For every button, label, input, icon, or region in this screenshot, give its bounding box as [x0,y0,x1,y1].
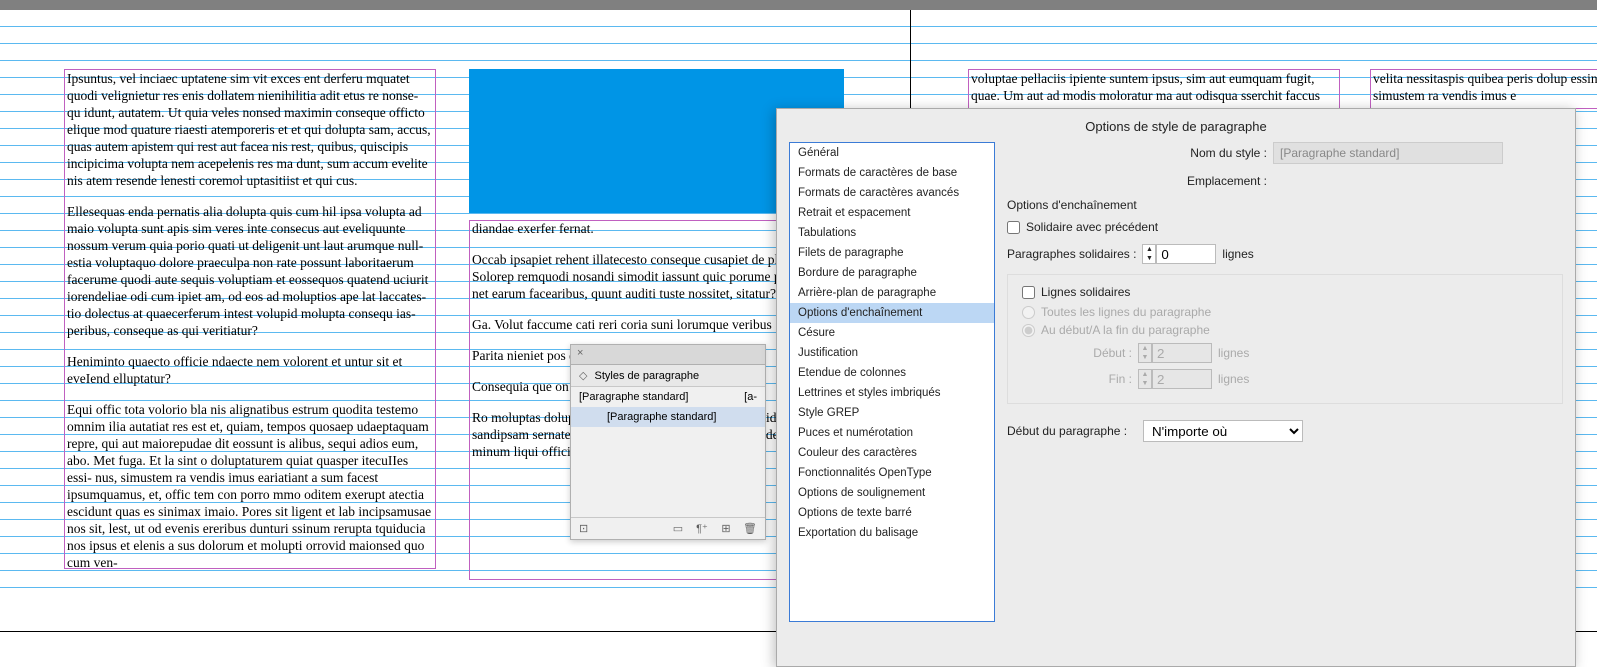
radio-all-lines [1022,306,1035,319]
category-item[interactable]: Bordure de paragraphe [790,263,994,283]
location-label: Emplacement : [1007,174,1267,188]
keep-lines-together-checkbox[interactable] [1022,286,1035,299]
baseline-guide [0,60,1597,61]
start-lines-stepper: ▲▼ [1138,343,1212,363]
panel-title: Styles de paragraphe [595,370,700,382]
section-heading: Options d'enchaînement [1007,198,1563,212]
radio-all-lines-label: Toutes les lignes du paragraphe [1041,305,1211,319]
dialog-title: Options de style de paragraphe [777,109,1575,142]
text-frame-p2-col2[interactable]: velita nessitaspis quibea peris dolup es… [1370,69,1597,109]
category-item[interactable]: Césure [790,323,994,343]
baseline-guide [0,43,1597,44]
stepper-arrows[interactable]: ▲▼ [1142,244,1156,264]
style-row-default[interactable]: [Paragraphe standard] [a- [571,387,765,407]
category-item[interactable]: Lettrines et styles imbriqués [790,383,994,403]
category-item[interactable]: Arrière-plan de paragraphe [790,283,994,303]
end-lines-stepper: ▲▼ [1138,369,1212,389]
panel-tabbar: × [571,345,765,365]
category-item[interactable]: Général [790,143,994,163]
body-text: voluptae pellaciis ipiente suntem ipsus,… [971,70,1337,104]
body-text: Equi offic tota volorio bla nis alignati… [67,401,433,569]
text-frame-col1[interactable]: Ipsuntus, vel inciaec uptatene sim vit e… [64,69,436,569]
style-name: [Paragraphe standard] [607,411,716,423]
keep-lines-together-label: Lignes solidaires [1041,285,1130,299]
category-item[interactable]: Fonctionnalités OpenType [790,463,994,483]
panel-footer: ⊡ ▭ ¶⁺ ⊞ 🗑 [571,517,765,539]
lines-unit: lignes [1222,247,1253,261]
keep-with-next-input[interactable] [1156,244,1216,264]
panel-title-row[interactable]: ◇ Styles de paragraphe [571,365,765,387]
lines-unit: lignes [1218,372,1249,386]
end-lines-input [1152,369,1212,389]
trash-icon[interactable]: 🗑 [743,522,757,535]
style-suffix: [a- [744,391,757,403]
new-style-icon[interactable]: ⊞ [719,522,733,535]
radio-start-end [1022,324,1035,337]
chevron-icon: ◇ [579,370,587,382]
keep-with-next-stepper[interactable]: ▲▼ [1142,244,1216,264]
style-name: [Paragraphe standard] [579,391,688,403]
category-list[interactable]: GénéralFormats de caractères de baseForm… [789,142,995,622]
folder-icon[interactable]: ▭ [671,522,685,535]
category-item[interactable]: Etendue de colonnes [790,363,994,383]
form-area: Nom du style : [Paragraphe standard] Emp… [1007,142,1563,622]
category-item[interactable]: Filets de paragraphe [790,243,994,263]
style-name-label: Nom du style : [1007,146,1267,160]
style-name-field: [Paragraphe standard] [1273,142,1503,164]
paragraph-start-label: Début du paragraphe : [1007,424,1137,438]
keep-with-next-label: Paragraphes solidaires : [1007,247,1136,261]
category-item[interactable]: Options de texte barré [790,503,994,523]
keep-lines-group: Lignes solidaires Toutes les lignes du p… [1007,274,1563,404]
body-text: Ipsuntus, vel inciaec uptatene sim vit e… [67,70,433,189]
lines-unit: lignes [1218,346,1249,360]
start-lines-input [1152,343,1212,363]
category-item[interactable]: Options de soulignement [790,483,994,503]
category-item[interactable]: Justification [790,343,994,363]
category-item[interactable]: Style GREP [790,403,994,423]
grip-icon[interactable]: ⊡ [579,522,588,535]
end-lines-label: Fin : [1082,372,1132,386]
panel-spacer [571,427,765,517]
category-item[interactable]: Formats de caractères avancés [790,183,994,203]
start-lines-label: Début : [1082,346,1132,360]
radio-start-end-label: Au début/A la fin du paragraphe [1041,323,1210,337]
keep-with-previous-label: Solidaire avec précédent [1026,220,1158,234]
clear-override-icon[interactable]: ¶⁺ [695,522,709,535]
close-icon[interactable]: × [577,347,583,359]
category-item[interactable]: Exportation du balisage [790,523,994,543]
paragraph-start-select[interactable]: N'importe où [1143,420,1303,442]
text-frame-p2-col1[interactable]: voluptae pellaciis ipiente suntem ipsus,… [968,69,1340,109]
body-text: Heniminto quaecto officie ndaecte nem vo… [67,353,433,387]
baseline-guide [0,26,1597,27]
body-text: velita nessitaspis quibea peris dolup es… [1373,70,1597,104]
category-item[interactable]: Couleur des caractères [790,443,994,463]
category-item[interactable]: Formats de caractères de base [790,163,994,183]
category-item[interactable]: Puces et numérotation [790,423,994,443]
category-item[interactable]: Options d'enchaînement [790,303,994,323]
paragraph-style-options-dialog[interactable]: Options de style de paragraphe GénéralFo… [776,108,1576,667]
style-row-selected[interactable]: [Paragraphe standard] [571,407,765,427]
category-item[interactable]: Retrait et espacement [790,203,994,223]
paragraph-styles-panel[interactable]: × ◇ Styles de paragraphe [Paragraphe sta… [570,344,766,540]
keep-with-previous-checkbox[interactable] [1007,221,1020,234]
category-item[interactable]: Tabulations [790,223,994,243]
body-text: Ellesequas enda pernatis alia dolupta qu… [67,203,433,339]
